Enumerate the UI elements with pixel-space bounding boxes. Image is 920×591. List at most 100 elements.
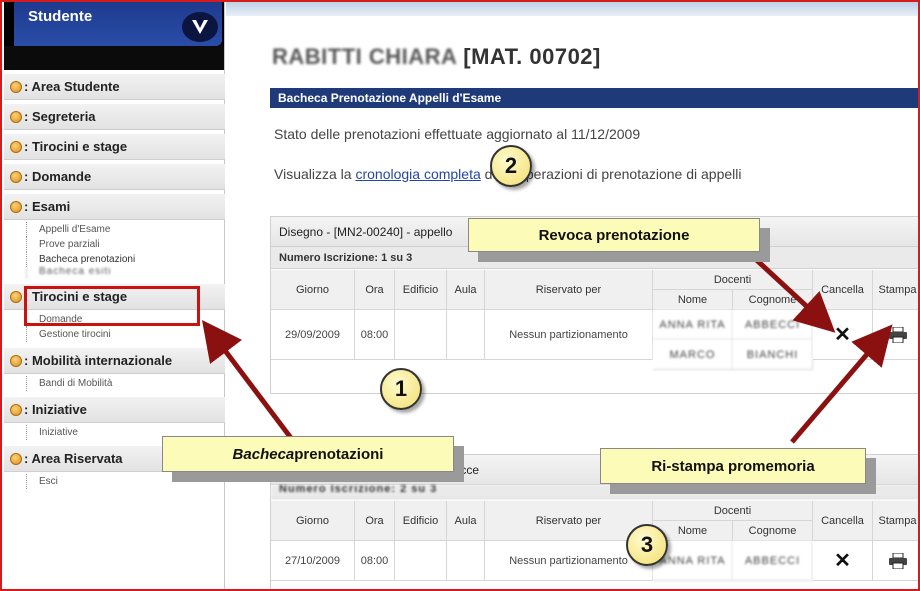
bullet-icon xyxy=(10,110,22,123)
col-cognome: Cognome xyxy=(733,290,813,310)
step-marker-2: 2 xyxy=(490,145,532,187)
cell-cognome-2: BIANCHI xyxy=(733,340,813,370)
col-label: Nome xyxy=(677,293,708,306)
submenu-bacheca-prenotazioni[interactable]: Bacheca prenotazioni xyxy=(26,252,225,267)
menu-iniziative[interactable]: : Iniziative xyxy=(4,397,225,423)
menu-area-studente[interactable]: : Area Studente xyxy=(4,74,225,100)
cell-nome-1: ANNA RITA xyxy=(653,310,733,340)
callout-ristampa: Ri-stampa promemoria xyxy=(600,448,866,484)
print-button[interactable] xyxy=(873,310,918,360)
col-ora: Ora xyxy=(355,501,395,541)
col-cancella: Cancella xyxy=(813,501,873,541)
menu-label: : Area Riservata xyxy=(24,451,123,466)
menu-label: : Tirocini e stage xyxy=(24,139,128,154)
bullet-icon xyxy=(10,290,22,303)
status-text: Stato delle prenotazioni effettuate aggi… xyxy=(274,126,641,142)
col-docenti: Docenti xyxy=(653,270,813,290)
student-name: RABITTI CHIARA xyxy=(272,44,457,69)
col-docenti: Docenti xyxy=(653,501,813,521)
col-stampa: Stampa xyxy=(873,501,918,541)
menu-esami[interactable]: : Esami xyxy=(4,194,225,220)
col-label: Edificio xyxy=(402,283,439,296)
col-edificio: Edificio xyxy=(395,501,447,541)
col-label: Stampa xyxy=(878,514,917,527)
cell-edificio xyxy=(395,541,447,581)
col-label: Ora xyxy=(365,514,384,527)
screenshot-frame: Studente : Area Studente : Segreteria : … xyxy=(0,0,920,591)
university-logo-icon xyxy=(182,12,218,42)
callout-bacheca: Bacheca prenotazioni xyxy=(162,436,454,472)
print-button[interactable] xyxy=(873,541,918,581)
sidebar-header: Studente xyxy=(4,2,224,70)
cell-nome-2: MARCO xyxy=(653,340,733,370)
col-giorno: Giorno xyxy=(271,501,355,541)
cell-cognome-1: ABBECCI xyxy=(733,541,813,581)
section-bar: Bacheca Prenotazione Appelli d'Esame xyxy=(270,88,918,108)
menu-mobilita[interactable]: : Mobilità internazionale xyxy=(4,348,225,374)
col-label: Ora xyxy=(365,283,384,296)
col-giorno: Giorno xyxy=(271,270,355,310)
cell-ora: 08:00 xyxy=(355,310,395,360)
step-marker-3: 3 xyxy=(626,524,668,566)
col-cancella: Cancella xyxy=(813,270,873,310)
callout-bacheca-italic: Bacheca xyxy=(232,445,295,463)
cancel-x-icon: ✕ xyxy=(834,550,851,572)
submenu-appelli[interactable]: Appelli d'Esame xyxy=(26,222,225,237)
menu-label: : Segreteria xyxy=(24,109,96,124)
col-nome: Nome xyxy=(653,290,733,310)
step-marker-1: 1 xyxy=(380,368,422,410)
callout-revoca-text: Revoca prenotazione xyxy=(538,226,690,244)
col-label: Docenti xyxy=(713,504,752,517)
cell-aula xyxy=(447,541,485,581)
col-edificio: Edificio xyxy=(395,270,447,310)
callout-ristampa-text: Ri-stampa promemoria xyxy=(651,457,815,475)
menu-label: : Mobilità internazionale xyxy=(24,353,173,368)
menu-tirocini-stage[interactable]: : Tirocini e stage xyxy=(4,134,225,160)
history-prefix: Visualizza la xyxy=(274,166,356,182)
col-ora: Ora xyxy=(355,270,395,310)
menu-segreteria[interactable]: : Segreteria xyxy=(4,104,225,130)
sidebar-title: Studente xyxy=(28,8,93,25)
col-label: Aula xyxy=(454,283,477,296)
cancel-button[interactable]: ✕ xyxy=(813,541,873,581)
col-label: Cancella xyxy=(821,514,864,527)
callout-bacheca-rest: prenotazioni xyxy=(294,445,384,463)
submenu-mobilita: Bandi di Mobilità xyxy=(4,376,225,391)
history-link[interactable]: cronologia completa xyxy=(355,166,480,182)
bullet-icon xyxy=(10,452,22,465)
cell-giorno: 29/09/2009 xyxy=(271,310,355,360)
col-label: Edificio xyxy=(402,514,439,527)
bullet-icon xyxy=(10,140,22,153)
highlight-box xyxy=(24,286,200,326)
printer-icon xyxy=(888,552,907,569)
submenu-bacheca-esiti[interactable]: Bacheca esiti xyxy=(26,267,225,278)
col-label: Giorno xyxy=(295,514,330,527)
submenu-prove-parziali[interactable]: Prove parziali xyxy=(26,237,225,252)
bullet-icon xyxy=(10,200,22,213)
col-aula: Aula xyxy=(447,501,485,541)
col-label: Aula xyxy=(454,514,477,527)
submenu-gestione-tirocini[interactable]: Gestione tirocini xyxy=(26,327,225,342)
col-cognome: Cognome xyxy=(733,521,813,541)
table-2-num-iscrizione: Numero Iscrizione: 2 su 3 xyxy=(271,485,918,499)
printer-icon xyxy=(888,326,907,343)
cell-ora: 08:00 xyxy=(355,541,395,581)
col-label: Docenti xyxy=(713,273,752,286)
cell-cognome-1: ABBECCI xyxy=(733,310,813,340)
cell-riservato: Nessun partizionamento xyxy=(485,310,653,360)
top-strip xyxy=(226,2,918,16)
submenu-esci[interactable]: Esci xyxy=(26,474,225,489)
col-stampa: Stampa xyxy=(873,270,918,310)
col-label: Giorno xyxy=(295,283,330,296)
page-title: RABITTI CHIARA [MAT. 00702] xyxy=(272,44,601,70)
bullet-icon xyxy=(10,403,22,416)
menu-label: : Esami xyxy=(24,199,71,214)
menu-label: : Area Studente xyxy=(24,79,120,94)
menu-domande[interactable]: : Domande xyxy=(4,164,225,190)
menu-label: : Iniziative xyxy=(24,402,87,417)
cell-edificio xyxy=(395,310,447,360)
table-2-header-text: lecce xyxy=(451,463,480,477)
submenu-bandi[interactable]: Bandi di Mobilità xyxy=(26,376,225,391)
cancel-button[interactable]: ✕ xyxy=(813,310,873,360)
cancel-x-icon: ✕ xyxy=(834,324,851,346)
